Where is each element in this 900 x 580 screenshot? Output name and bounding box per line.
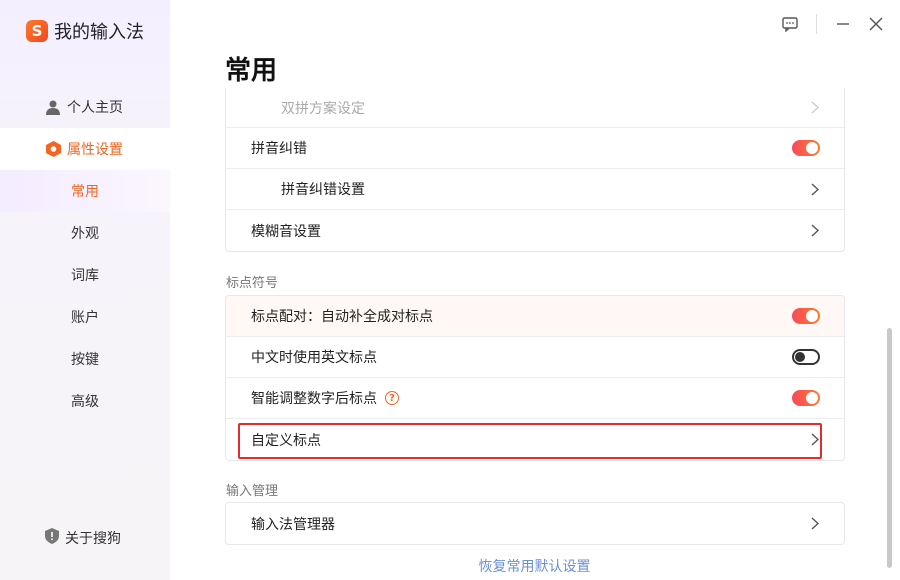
row-label: 输入法管理器 xyxy=(251,516,335,533)
sidebar-item-label: 个人主页 xyxy=(67,100,123,116)
chevron-right-icon xyxy=(810,224,820,238)
row-label: 中文时使用英文标点 xyxy=(251,350,377,366)
sidebar-subitem-common[interactable]: 常用 xyxy=(0,170,170,212)
list-item-fuzzy-pinyin[interactable]: 模糊音设置 xyxy=(226,210,844,251)
scrollbar[interactable] xyxy=(887,328,892,568)
app-logo-icon: S xyxy=(26,20,48,42)
list-item-custom-punct[interactable]: 自定义标点 xyxy=(226,419,844,460)
close-icon[interactable] xyxy=(864,12,888,36)
row-label: 自定义标点 xyxy=(251,432,321,449)
chevron-right-icon xyxy=(810,182,820,196)
list-item-smart-punct: 智能调整数字后标点 ? xyxy=(226,378,844,419)
sidebar-subitem-keys[interactable]: 按键 xyxy=(0,338,170,380)
row-label: 拼音纠错设置 xyxy=(281,182,365,198)
row-label: 双拼方案设定 xyxy=(281,100,365,117)
app-name: 我的输入法 xyxy=(54,22,144,43)
list-item-pinyin-correction-settings[interactable]: 拼音纠错设置 xyxy=(226,169,844,210)
settings-hex-icon xyxy=(45,141,61,157)
english-punct-toggle[interactable] xyxy=(792,349,820,365)
list-item-punct-pairing: 标点配对：自动补全成对标点 xyxy=(226,296,844,337)
chevron-right-icon xyxy=(810,517,820,531)
row-label: 智能调整数字后标点 xyxy=(251,391,377,407)
window-control-divider xyxy=(816,14,817,34)
pinyin-correction-toggle[interactable] xyxy=(792,140,820,156)
sidebar-subitem-appearance[interactable]: 外观 xyxy=(0,212,170,254)
row-label: 模糊音设置 xyxy=(251,223,321,240)
row-label: 拼音纠错 xyxy=(251,141,307,157)
settings-card-pinyin: 双拼方案设定 拼音纠错 拼音纠错设置 模糊音设置 xyxy=(225,88,845,252)
sidebar-item-label: 属性设置 xyxy=(67,142,123,158)
sidebar-item-label: 关于搜狗 xyxy=(65,531,121,547)
chevron-right-icon xyxy=(810,101,820,115)
list-item-pinyin-correction: 拼音纠错 xyxy=(226,128,844,169)
shield-icon xyxy=(45,528,59,548)
list-item-ime-manager[interactable]: 输入法管理器 xyxy=(226,503,844,544)
feedback-icon[interactable] xyxy=(778,12,802,36)
section-label-input-management: 输入管理 xyxy=(226,484,279,499)
restore-defaults-link[interactable]: 恢复常用默认设置 xyxy=(479,559,591,575)
list-item-english-punct: 中文时使用英文标点 xyxy=(226,337,844,378)
minimize-icon[interactable] xyxy=(831,12,855,36)
list-item-shuangpin-scheme[interactable]: 双拼方案设定 xyxy=(226,88,844,128)
sidebar-subitem-dictionary[interactable]: 词库 xyxy=(0,254,170,296)
sidebar-subitem-account[interactable]: 账户 xyxy=(0,296,170,338)
row-label: 标点配对：自动补全成对标点 xyxy=(251,309,433,325)
page-title: 常用 xyxy=(225,56,278,86)
settings-card-input-management: 输入法管理器 xyxy=(225,502,845,545)
section-label-punctuation: 标点符号 xyxy=(226,276,279,291)
sidebar-item-about[interactable]: 关于搜狗 xyxy=(45,528,121,548)
sidebar-subitem-advanced[interactable]: 高级 xyxy=(0,380,170,422)
help-icon[interactable]: ? xyxy=(385,391,399,405)
smart-punct-toggle[interactable] xyxy=(792,390,820,406)
sidebar-item-profile[interactable]: 个人主页 xyxy=(0,86,170,128)
punct-pairing-toggle[interactable] xyxy=(792,308,820,324)
sidebar-item-settings[interactable]: 属性设置 xyxy=(0,128,170,170)
settings-card-punctuation: 标点配对：自动补全成对标点 中文时使用英文标点 智能调整数字后标点 ? 自定义标… xyxy=(225,295,845,461)
restore-defaults-row: 恢复常用默认设置 xyxy=(0,556,900,576)
person-icon xyxy=(45,99,61,115)
app-title: S 我的输入法 xyxy=(26,18,144,44)
sidebar: S 我的输入法 个人主页 属性设置 常用 外观 词库 账户 按键 高级 关于搜狗 xyxy=(0,0,170,580)
chevron-right-icon xyxy=(810,433,820,447)
